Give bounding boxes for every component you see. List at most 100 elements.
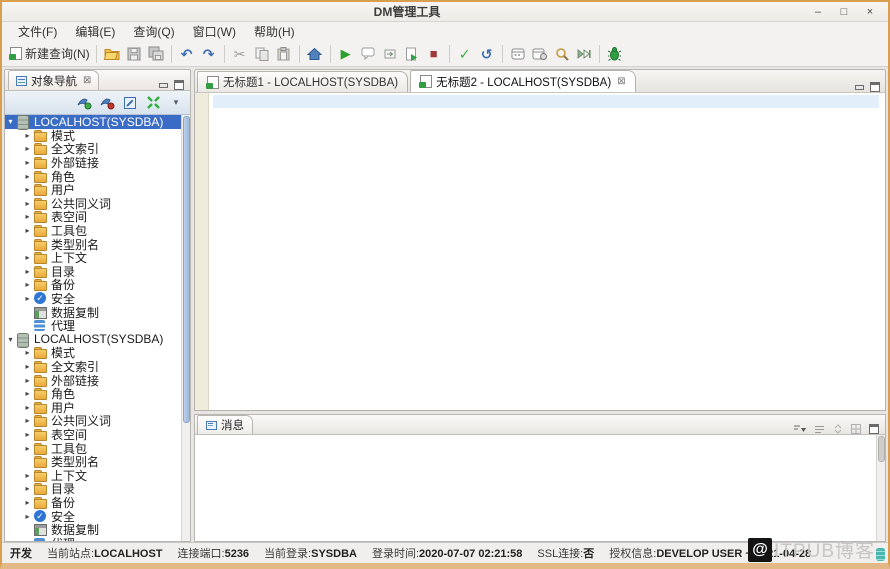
scroll-lock-icon[interactable] bbox=[833, 424, 843, 434]
cut-button[interactable]: ✂ bbox=[229, 43, 251, 65]
menu-item[interactable]: 帮助(H) bbox=[246, 22, 303, 41]
expand-arrow-icon[interactable] bbox=[22, 403, 33, 412]
save-button[interactable] bbox=[123, 43, 145, 65]
tree-node[interactable]: 角色 bbox=[5, 387, 190, 401]
execute-to-cursor-button[interactable] bbox=[357, 43, 379, 65]
tree-node[interactable]: 上下文 bbox=[5, 251, 190, 265]
tab-untitled-2[interactable]: 无标题2 - LOCALHOST(SYSDBA) ⊠ bbox=[410, 70, 636, 92]
close-tab-icon[interactable]: ⊠ bbox=[83, 75, 91, 86]
sql-assistant-button[interactable] bbox=[551, 43, 573, 65]
tree-node[interactable]: 角色 bbox=[5, 169, 190, 184]
scrollbar-thumb[interactable] bbox=[183, 116, 190, 423]
debug-button[interactable] bbox=[604, 43, 626, 65]
expand-arrow-icon[interactable] bbox=[22, 212, 33, 221]
connect-database-button[interactable] bbox=[76, 95, 92, 111]
tree-root-connection-1[interactable]: LOCALHOST(SYSDBA) bbox=[5, 115, 190, 131]
list-lines-icon[interactable] bbox=[814, 425, 825, 434]
menu-item[interactable]: 窗口(W) bbox=[185, 22, 244, 41]
run-button[interactable]: ▶ bbox=[335, 43, 357, 65]
tree-root-connection-2[interactable]: LOCALHOST(SYSDBA) bbox=[5, 332, 190, 348]
pin-filter-icon[interactable] bbox=[793, 424, 806, 434]
menu-item[interactable]: 编辑(E) bbox=[67, 22, 123, 41]
collapse-arrow-icon[interactable] bbox=[5, 335, 16, 344]
tree-node[interactable]: 目录 bbox=[5, 265, 190, 279]
expand-arrow-icon[interactable] bbox=[22, 131, 33, 140]
maximize-button[interactable]: □ bbox=[838, 3, 850, 21]
maximize-panel-icon[interactable] bbox=[869, 424, 879, 434]
new-query-button[interactable]: 新建查询(N) bbox=[8, 43, 92, 65]
tree-node[interactable]: 表空间 bbox=[5, 428, 190, 442]
collapse-arrow-icon[interactable] bbox=[5, 117, 16, 126]
save-all-button[interactable] bbox=[145, 43, 167, 65]
tree-node[interactable]: 数据复制 bbox=[5, 523, 190, 537]
expand-arrow-icon[interactable] bbox=[22, 376, 33, 385]
minimize-button[interactable]: – bbox=[812, 3, 824, 21]
undo-button[interactable]: ↶ bbox=[176, 43, 198, 65]
scrollbar-thumb[interactable] bbox=[878, 436, 885, 462]
menu-item[interactable]: 查询(Q) bbox=[125, 22, 182, 41]
tree-node[interactable]: 表空间 bbox=[5, 210, 190, 224]
open-button[interactable] bbox=[101, 43, 123, 65]
tree-node[interactable]: 公共同义词 bbox=[5, 197, 190, 211]
close-tab-icon[interactable]: ⊠ bbox=[617, 76, 625, 87]
home-button[interactable] bbox=[304, 43, 326, 65]
expand-arrow-icon[interactable] bbox=[22, 172, 33, 181]
collapse-all-button[interactable] bbox=[145, 95, 161, 111]
transaction-settings-button[interactable] bbox=[529, 43, 551, 65]
expand-arrow-icon[interactable] bbox=[22, 158, 33, 167]
expand-arrow-icon[interactable] bbox=[22, 144, 33, 153]
paste-button[interactable] bbox=[273, 43, 295, 65]
edit-connection-button[interactable] bbox=[122, 95, 138, 111]
expand-arrow-icon[interactable] bbox=[22, 484, 33, 493]
close-button[interactable]: × bbox=[864, 3, 876, 21]
transaction-mode-button[interactable] bbox=[507, 43, 529, 65]
expand-arrow-icon[interactable] bbox=[22, 471, 33, 480]
step-execute-button[interactable] bbox=[573, 43, 595, 65]
expand-arrow-icon[interactable] bbox=[22, 294, 33, 303]
stop-button[interactable]: ■ bbox=[423, 43, 445, 65]
expand-arrow-icon[interactable] bbox=[22, 185, 33, 194]
tab-messages[interactable]: 消息 bbox=[197, 415, 253, 434]
tree-node[interactable]: 外部链接 bbox=[5, 156, 190, 170]
redo-button[interactable]: ↷ bbox=[198, 43, 220, 65]
rollback-button[interactable]: ↺ bbox=[476, 43, 498, 65]
tree-node[interactable]: 公共同义词 bbox=[5, 414, 190, 428]
message-scrollbar[interactable] bbox=[876, 435, 885, 541]
expand-arrow-icon[interactable] bbox=[22, 416, 33, 425]
minimize-panel-icon[interactable] bbox=[854, 83, 864, 92]
expand-arrow-icon[interactable] bbox=[22, 199, 33, 208]
expand-arrow-icon[interactable] bbox=[22, 430, 33, 439]
editor-text-area[interactable] bbox=[209, 93, 885, 410]
commit-button[interactable]: ✓ bbox=[454, 43, 476, 65]
tree-node[interactable]: 类型别名 bbox=[5, 455, 190, 469]
tree-node[interactable]: 备份 bbox=[5, 278, 190, 292]
tree-node[interactable]: 类型别名 bbox=[5, 237, 190, 252]
message-body[interactable] bbox=[195, 435, 885, 541]
menu-item[interactable]: 文件(F) bbox=[10, 22, 65, 41]
tree-node[interactable]: 备份 bbox=[5, 496, 190, 510]
copy-button[interactable] bbox=[251, 43, 273, 65]
expand-arrow-icon[interactable] bbox=[22, 498, 33, 507]
view-menu-button[interactable]: ▾ bbox=[168, 95, 184, 111]
tree-scrollbar[interactable] bbox=[181, 115, 190, 541]
expand-arrow-icon[interactable] bbox=[22, 267, 33, 276]
disconnect-database-button[interactable] bbox=[99, 95, 115, 111]
expand-arrow-icon[interactable] bbox=[22, 362, 33, 371]
tab-object-navigator[interactable]: 对象导航 ⊠ bbox=[8, 70, 100, 90]
expand-arrow-icon[interactable] bbox=[22, 253, 33, 262]
tab-untitled-1[interactable]: 无标题1 - LOCALHOST(SYSDBA) bbox=[197, 71, 409, 92]
grid-view-icon[interactable] bbox=[851, 424, 861, 434]
expand-arrow-icon[interactable] bbox=[22, 389, 33, 398]
expand-arrow-icon[interactable] bbox=[22, 512, 33, 521]
tree-node[interactable]: 数据复制 bbox=[5, 305, 190, 320]
expand-arrow-icon[interactable] bbox=[22, 444, 33, 453]
execute-script-button[interactable] bbox=[401, 43, 423, 65]
expand-arrow-icon[interactable] bbox=[22, 280, 33, 289]
sql-editor[interactable] bbox=[194, 92, 886, 411]
tree-node[interactable]: 上下文 bbox=[5, 468, 190, 483]
minimize-panel-icon[interactable] bbox=[158, 81, 168, 90]
tree-node[interactable]: 代理 bbox=[5, 319, 190, 333]
expand-arrow-icon[interactable] bbox=[22, 348, 33, 357]
tree-node[interactable]: 目录 bbox=[5, 482, 190, 496]
re-execute-button[interactable] bbox=[379, 43, 401, 65]
